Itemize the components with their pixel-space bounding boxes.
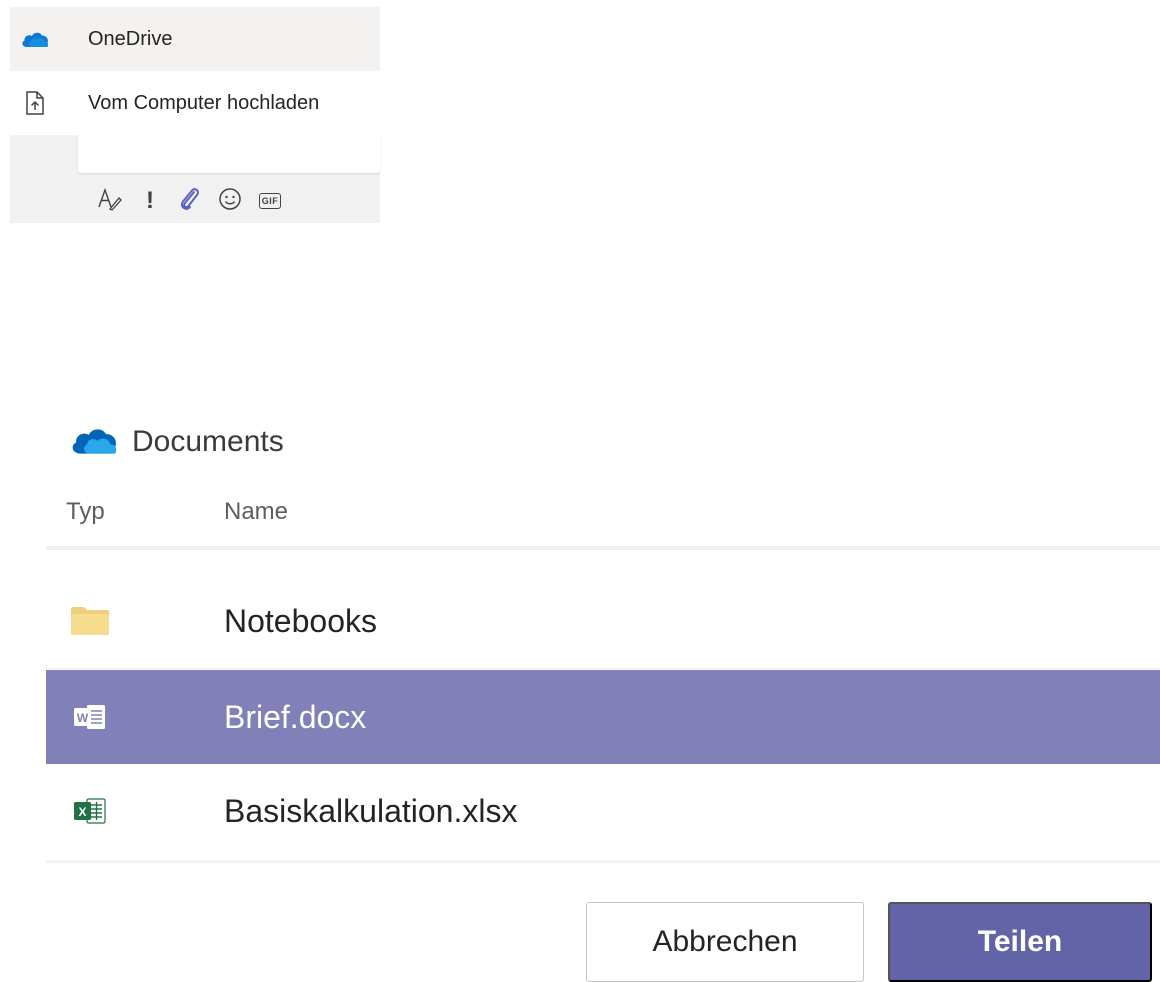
important-icon: ! bbox=[146, 187, 154, 214]
share-button[interactable]: Teilen bbox=[888, 902, 1152, 982]
menu-item-label: OneDrive bbox=[88, 27, 173, 50]
file-row-notebooks[interactable]: Notebooks bbox=[46, 574, 1160, 668]
cancel-button[interactable]: Abbrechen bbox=[586, 902, 864, 982]
format-button[interactable] bbox=[90, 183, 130, 219]
composer-toolbar: ! GIF bbox=[78, 181, 380, 221]
column-header-name[interactable]: Name bbox=[224, 498, 288, 526]
format-icon bbox=[97, 187, 123, 216]
location-title: Documents bbox=[132, 425, 284, 458]
file-row-brief-docx[interactable]: W Brief.docx bbox=[46, 670, 1160, 764]
gif-button[interactable]: GIF bbox=[250, 183, 290, 219]
row-divider bbox=[46, 860, 1160, 863]
menu-item-upload-from-computer[interactable]: Vom Computer hochladen bbox=[10, 71, 380, 135]
svg-text:X: X bbox=[78, 805, 86, 819]
column-header-type[interactable]: Typ bbox=[66, 498, 105, 526]
row-divider bbox=[46, 668, 1160, 669]
dialog-header: Documents bbox=[66, 422, 284, 462]
menu-item-label: Vom Computer hochladen bbox=[88, 91, 320, 114]
word-file-icon: W bbox=[66, 693, 114, 741]
onedrive-cloud-icon bbox=[66, 423, 122, 462]
menu-item-onedrive[interactable]: OneDrive bbox=[10, 7, 380, 71]
message-composer: ! GIF bbox=[10, 135, 380, 223]
file-picker-dialog: Documents Typ Name Notebooks W Brief.doc… bbox=[0, 400, 1160, 982]
gif-icon: GIF bbox=[258, 193, 282, 209]
attach-menu: OneDrive Vom Computer hochladen ! GIF bbox=[10, 7, 380, 223]
header-divider bbox=[46, 546, 1160, 550]
file-name: Notebooks bbox=[224, 602, 377, 639]
attach-button[interactable] bbox=[170, 183, 210, 219]
upload-file-icon bbox=[20, 91, 50, 115]
onedrive-cloud-icon bbox=[20, 27, 50, 51]
attach-icon bbox=[179, 186, 201, 217]
file-name: Basiskalkulation.xlsx bbox=[224, 792, 518, 829]
message-input[interactable] bbox=[78, 135, 380, 173]
important-button[interactable]: ! bbox=[130, 183, 170, 219]
folder-icon bbox=[66, 597, 114, 645]
emoji-button[interactable] bbox=[210, 183, 250, 219]
file-name: Brief.docx bbox=[224, 698, 367, 735]
file-row-basiskalkulation-xlsx[interactable]: X Basiskalkulation.xlsx bbox=[46, 764, 1160, 858]
emoji-icon bbox=[218, 187, 242, 216]
svg-text:W: W bbox=[77, 711, 89, 725]
excel-file-icon: X bbox=[66, 787, 114, 835]
column-headers: Typ Name bbox=[66, 498, 1160, 538]
